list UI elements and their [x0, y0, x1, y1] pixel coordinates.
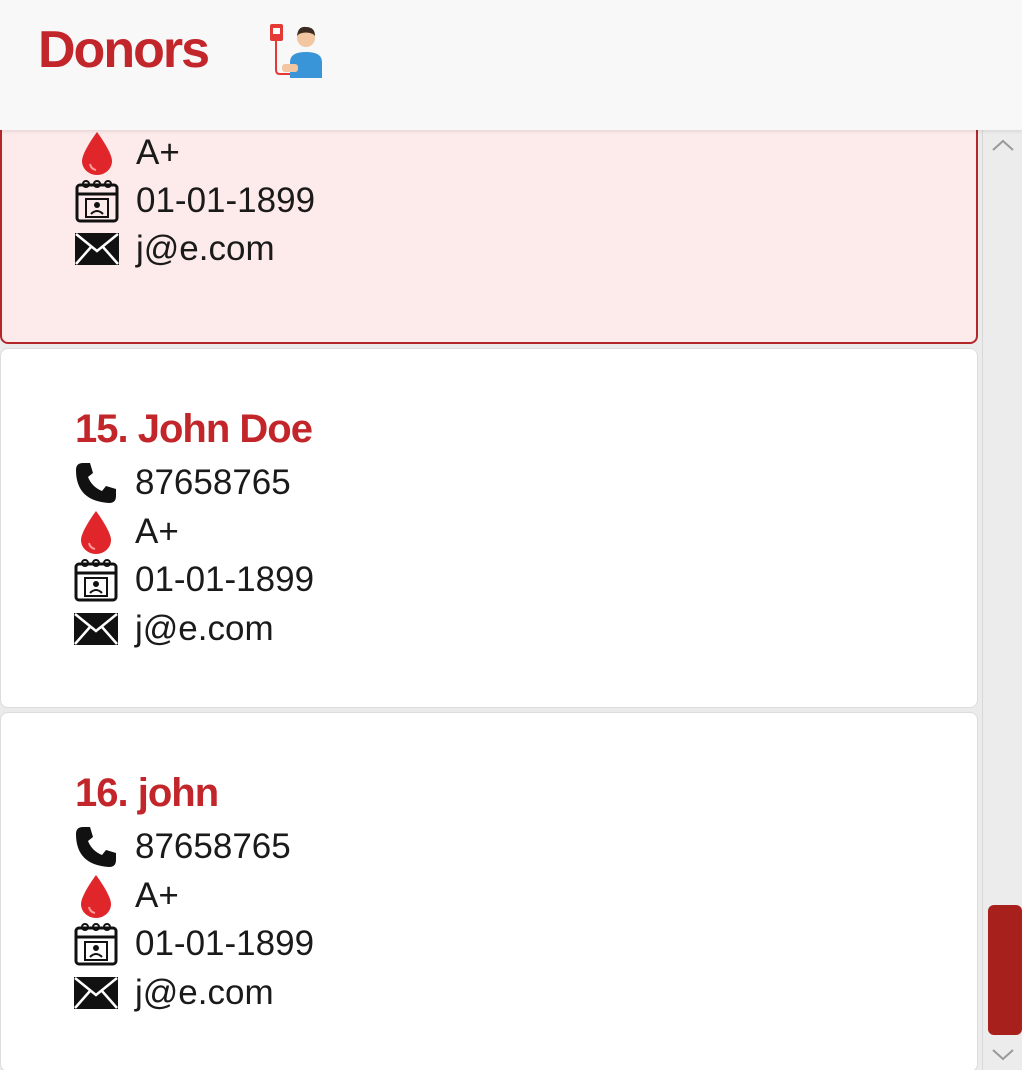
donor-phone-row: 87658765 [73, 824, 673, 870]
donor-birth-date-row: 01-01-1899 [73, 921, 673, 967]
envelope-icon [73, 970, 119, 1016]
envelope-icon [74, 226, 120, 272]
donor-blood-type-row: A+ [73, 873, 673, 919]
donor-email-row: j@e.com [74, 226, 674, 272]
donor-birth-date-row: 01-01-1899 [74, 178, 674, 224]
calendar-icon [73, 557, 119, 603]
donor-birth-date: 01-01-1899 [135, 560, 315, 599]
donor-card[interactable]: 15. John Doe 87658765 A+ 01-01-1899 j@e.… [0, 348, 978, 708]
donor-email-row: j@e.com [73, 970, 673, 1016]
phone-icon [73, 460, 119, 506]
app-header: Donors [0, 0, 1022, 130]
donor-email-row: j@e.com [73, 606, 673, 652]
scroll-up-arrow-icon[interactable] [983, 130, 1022, 160]
donor-list[interactable]: A+ 01-01-1899 j@e.com 15. John Doe 87658… [0, 130, 982, 1070]
scroll-down-arrow-icon[interactable] [983, 1040, 1022, 1070]
donor-blood-type-row: A+ [74, 130, 674, 176]
donor-blood-type: A+ [135, 512, 179, 551]
donor-birth-date: 01-01-1899 [135, 924, 315, 963]
donor-blood-type-row: A+ [73, 509, 673, 555]
phone-icon [73, 824, 119, 870]
donor-card-selected[interactable]: A+ 01-01-1899 j@e.com [0, 130, 978, 344]
donor-birth-date: 01-01-1899 [136, 181, 316, 220]
donor-birth-date-row: 01-01-1899 [73, 557, 673, 603]
donor-name: 15. John Doe [75, 407, 313, 451]
calendar-icon [74, 178, 120, 224]
blood-drop-icon [74, 130, 120, 176]
blood-donor-icon [268, 22, 326, 78]
donor-phone: 87658765 [135, 463, 291, 502]
donor-email: j@e.com [135, 973, 274, 1012]
donor-phone-row: 87658765 [73, 460, 673, 506]
list-scrollbar[interactable] [982, 130, 1022, 1070]
envelope-icon [73, 606, 119, 652]
donor-name: 16. john [75, 771, 219, 815]
scroll-thumb[interactable] [988, 905, 1022, 1035]
donor-blood-type: A+ [136, 133, 180, 172]
donor-blood-type: A+ [135, 876, 179, 915]
donor-email: j@e.com [136, 229, 275, 268]
page-title: Donors [38, 21, 210, 79]
blood-drop-icon [73, 873, 119, 919]
donor-card[interactable]: 16. john 87658765 A+ 01-01-1899 j@e.com [0, 712, 978, 1070]
donor-email: j@e.com [135, 609, 274, 648]
calendar-icon [73, 921, 119, 967]
donor-phone: 87658765 [135, 827, 291, 866]
blood-drop-icon [73, 509, 119, 555]
